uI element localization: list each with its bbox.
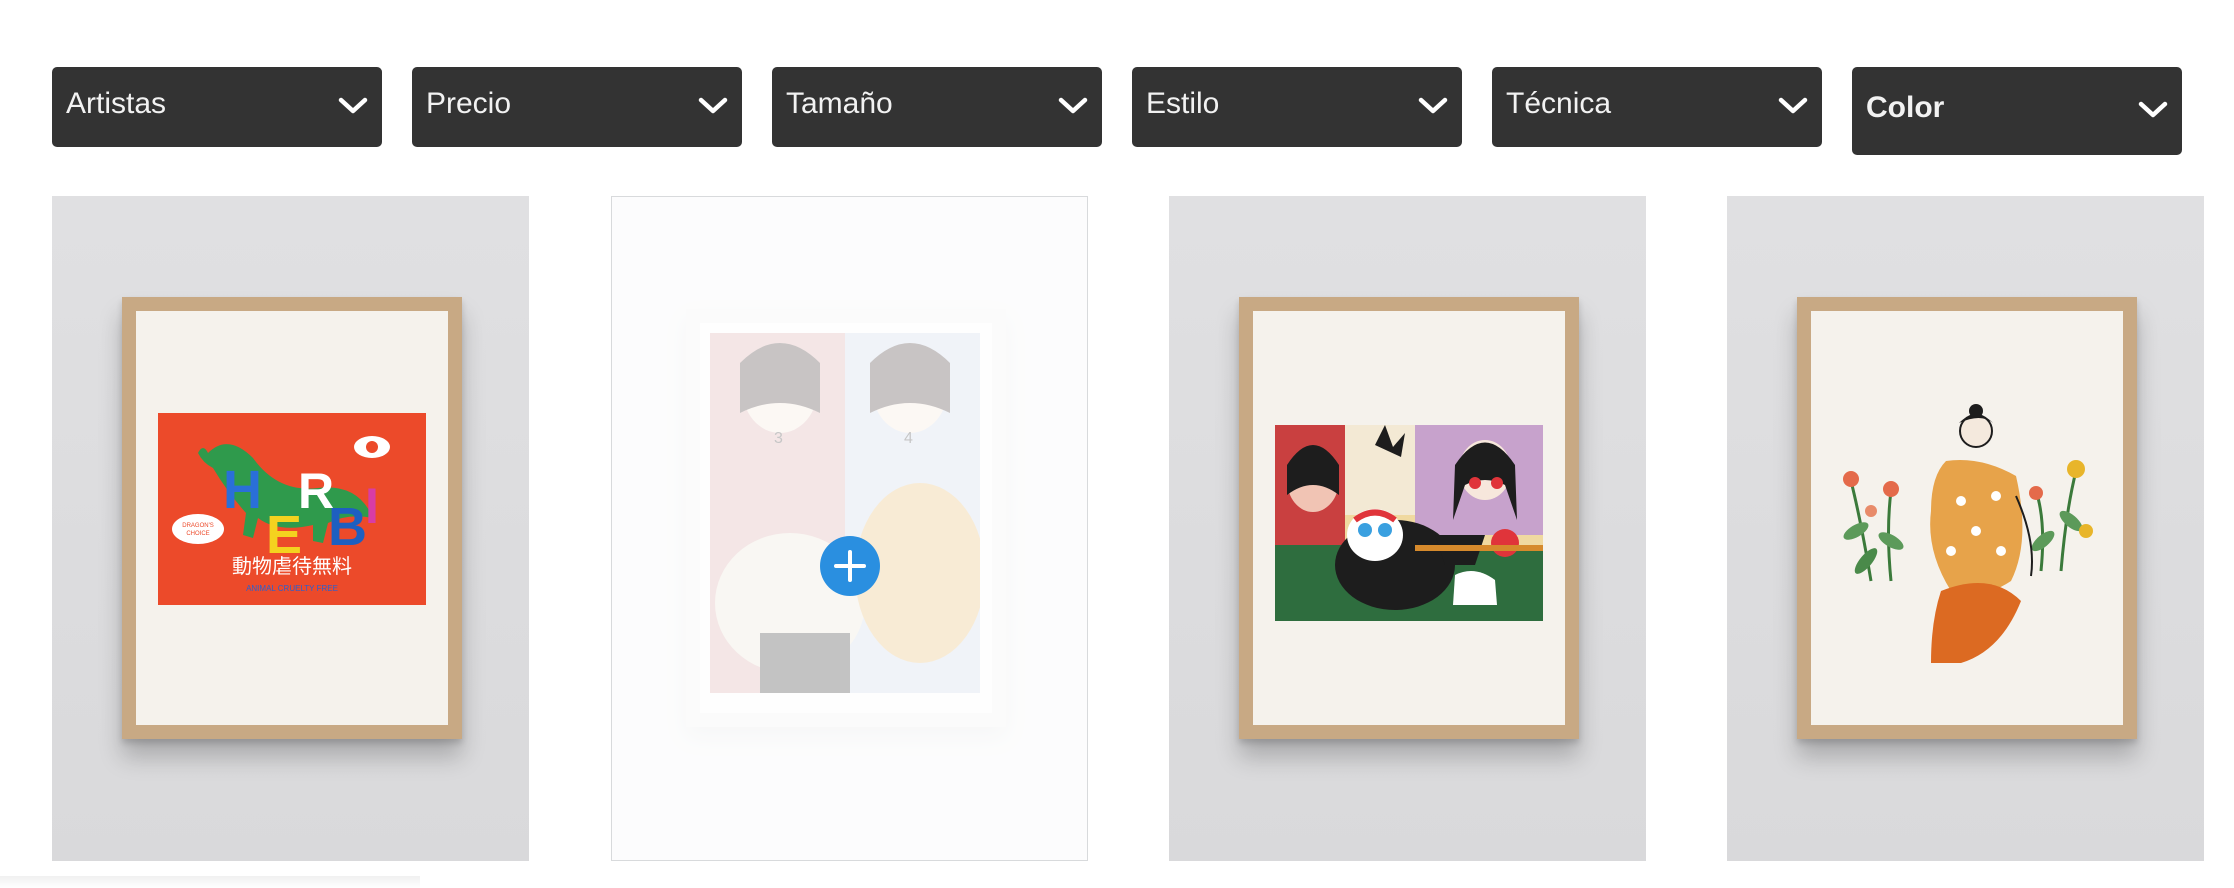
filter-estilo[interactable]: Estilo <box>1132 67 1462 147</box>
chevron-down-icon <box>1778 97 1808 114</box>
frame <box>1797 297 2137 739</box>
hover-overlay <box>612 197 1087 860</box>
filter-label: Artistas <box>66 87 167 120</box>
product-card[interactable] <box>1169 196 1646 861</box>
artwork-herbi: H E R B I DRAGON'S CHOICE 動物虐待無料 ANIMAL … <box>158 413 426 605</box>
chevron-down-icon <box>698 97 728 114</box>
filter-label: Color <box>1866 91 1945 124</box>
artwork-mat <box>1811 311 2123 725</box>
product-card[interactable]: H E R B I DRAGON'S CHOICE 動物虐待無料 ANIMAL … <box>52 196 529 861</box>
svg-text:DRAGON'S: DRAGON'S <box>182 523 213 529</box>
filter-tamano[interactable]: Tamaño <box>772 67 1102 147</box>
artwork-letter: B <box>328 497 367 557</box>
filter-tecnica[interactable]: Técnica <box>1492 67 1822 147</box>
svg-text:CHOICE: CHOICE <box>186 531 209 537</box>
filter-label: Precio <box>426 87 512 120</box>
bottom-bar-shadow <box>0 876 420 888</box>
artwork-subtitle: 動物虐待無料 <box>232 554 352 578</box>
chevron-down-icon <box>1418 97 1448 114</box>
filter-label: Técnica <box>1506 87 1612 120</box>
artwork-mat: H E R B I DRAGON'S CHOICE 動物虐待無料 ANIMAL … <box>136 311 448 725</box>
filter-precio[interactable]: Precio <box>412 67 742 147</box>
chevron-down-icon <box>2138 101 2168 118</box>
chevron-down-icon <box>338 97 368 114</box>
filter-color[interactable]: Color <box>1852 67 2182 155</box>
artwork-letter: H <box>223 460 262 520</box>
product-card[interactable]: 3 4 <box>611 196 1088 861</box>
filter-artistas[interactable]: Artistas <box>52 67 382 147</box>
frame <box>1239 297 1579 739</box>
artwork-mat <box>1253 311 1565 725</box>
artwork-woman-flowers <box>1843 404 2093 663</box>
filter-label: Tamaño <box>786 87 893 120</box>
product-card[interactable] <box>1727 196 2204 861</box>
artwork-folk-scene <box>1275 425 1543 621</box>
artwork-small-text: ANIMAL CRUELTY FREE <box>246 584 338 593</box>
filter-label: Estilo <box>1146 87 1220 120</box>
artwork-letter: I <box>365 478 379 534</box>
chevron-down-icon <box>1058 97 1088 114</box>
frame: H E R B I DRAGON'S CHOICE 動物虐待無料 ANIMAL … <box>122 297 462 739</box>
add-to-cart-plus-icon[interactable] <box>820 536 880 596</box>
